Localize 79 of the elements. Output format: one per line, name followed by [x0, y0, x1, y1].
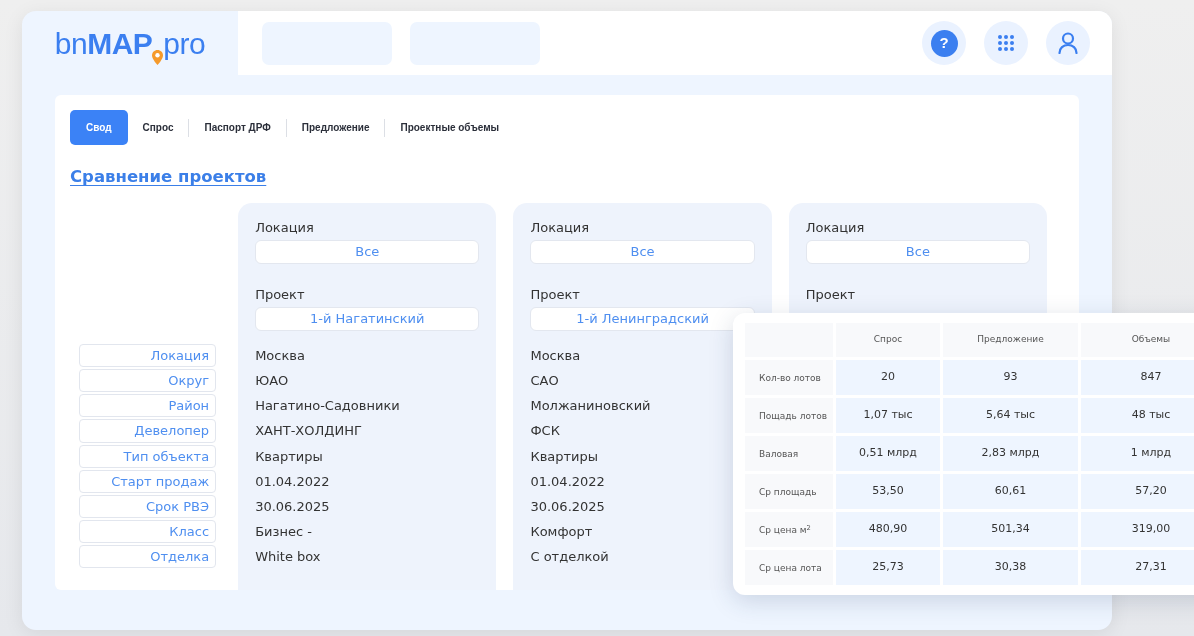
table-cell: 2,83 млрд: [943, 436, 1078, 471]
row-header: Валовая: [745, 436, 833, 471]
row-label: Тип объекта: [79, 444, 217, 468]
table-cell: 5,64 тыс: [943, 398, 1078, 433]
user-button[interactable]: [1046, 21, 1090, 65]
field-label: Проект: [530, 285, 581, 304]
table-cell: 0,51 млрд: [836, 436, 940, 471]
table-cell: 93: [943, 360, 1078, 395]
property-value: 30.06.2025: [255, 498, 330, 514]
logo-wordmark: bnMAP: [54, 25, 153, 62]
property-value: С отделкой: [530, 549, 609, 565]
tab[interactable]: Проектные объемы: [385, 110, 515, 145]
row-header: Ср цена лота: [745, 550, 833, 585]
tab[interactable]: Спрос: [127, 110, 189, 145]
table-cell: 57,20: [1081, 474, 1194, 509]
property-value: Квартиры: [255, 448, 323, 464]
property-value: Москва: [255, 347, 305, 363]
table-cell: 48 тыс: [1081, 398, 1194, 433]
project-select[interactable]: 1-й Нагатинский: [255, 306, 480, 331]
property-value: 01.04.2022: [530, 473, 605, 489]
page-title-link[interactable]: Сравнение проектов: [70, 165, 267, 190]
property-value: White box: [255, 549, 321, 565]
user-icon: [1058, 32, 1078, 54]
field-label: Локация: [530, 218, 591, 237]
row-label: Класс: [79, 520, 217, 544]
table-cell: 480,90: [836, 512, 940, 547]
property-value: САО: [530, 372, 559, 388]
tab[interactable]: Свод: [70, 110, 128, 145]
property-value: 01.04.2022: [255, 473, 330, 489]
property-value: Бизнес -: [255, 524, 312, 540]
property-value: ФСК: [530, 423, 560, 439]
table-cell: 60,61: [943, 474, 1078, 509]
column-header: Спрос: [836, 323, 940, 357]
property-value: Москва: [530, 347, 581, 363]
table-cell: 501,34: [943, 512, 1078, 547]
row-header: Кол-во лотов: [745, 360, 833, 395]
tab[interactable]: Предложение: [286, 110, 385, 145]
property-value: ЮАО: [255, 372, 289, 388]
apps-grid-button[interactable]: [984, 21, 1028, 65]
table-cell: 1 млрд: [1081, 436, 1194, 471]
row-label: Район: [79, 394, 217, 418]
row-header: Ср площадь: [745, 474, 833, 509]
field-label: Локация: [805, 218, 866, 237]
column-header: Объемы: [1081, 323, 1194, 357]
column-header: Предложение: [943, 323, 1078, 357]
grid-dots-icon: [997, 34, 1015, 52]
field-label: Проект: [805, 285, 857, 304]
table-cell: 53,50: [836, 474, 940, 509]
row-label: Локация: [79, 343, 217, 367]
map-pin-icon: [152, 50, 164, 65]
row-label: Отделка: [79, 545, 217, 569]
table-cell: 20: [836, 360, 940, 395]
table-cell: 319,00: [1081, 512, 1194, 547]
row-label: Старт продаж: [79, 469, 217, 493]
field-label: Локация: [255, 218, 315, 237]
property-value: ХАНТ-ХОЛДИНГ: [255, 423, 362, 439]
tab[interactable]: Паспорт ДРФ: [189, 110, 286, 145]
location-select[interactable]: Все: [805, 239, 1030, 264]
logo-suffix: pro: [163, 25, 206, 62]
row-label: Девелопер: [79, 419, 217, 443]
property-value: Молжаниновский: [530, 398, 651, 414]
row-label: Срок РВЭ: [79, 494, 217, 519]
property-value: Квартиры: [530, 448, 599, 464]
table-cell: 30,38: [943, 550, 1078, 585]
table-cell: 25,73: [836, 550, 940, 585]
row-label: Округ: [79, 368, 217, 393]
row-header: Пощадь лотов: [745, 398, 833, 433]
table-cell: 847: [1081, 360, 1194, 395]
table-cell: 1,07 тыс: [836, 398, 940, 433]
property-value: 30.06.2025: [530, 498, 605, 514]
table-cell: 27,31: [1081, 550, 1194, 585]
location-select[interactable]: Все: [255, 239, 480, 264]
help-button[interactable]: ?: [922, 21, 966, 65]
project-select[interactable]: 1-й Ленинградский: [530, 306, 755, 331]
field-label: Проект: [255, 285, 306, 304]
location-select[interactable]: Все: [530, 239, 755, 264]
row-header: Ср цена м$^{2}$: [745, 512, 833, 547]
property-value: Нагатино-Садовники: [255, 398, 400, 414]
property-value: Комфорт: [530, 524, 593, 540]
